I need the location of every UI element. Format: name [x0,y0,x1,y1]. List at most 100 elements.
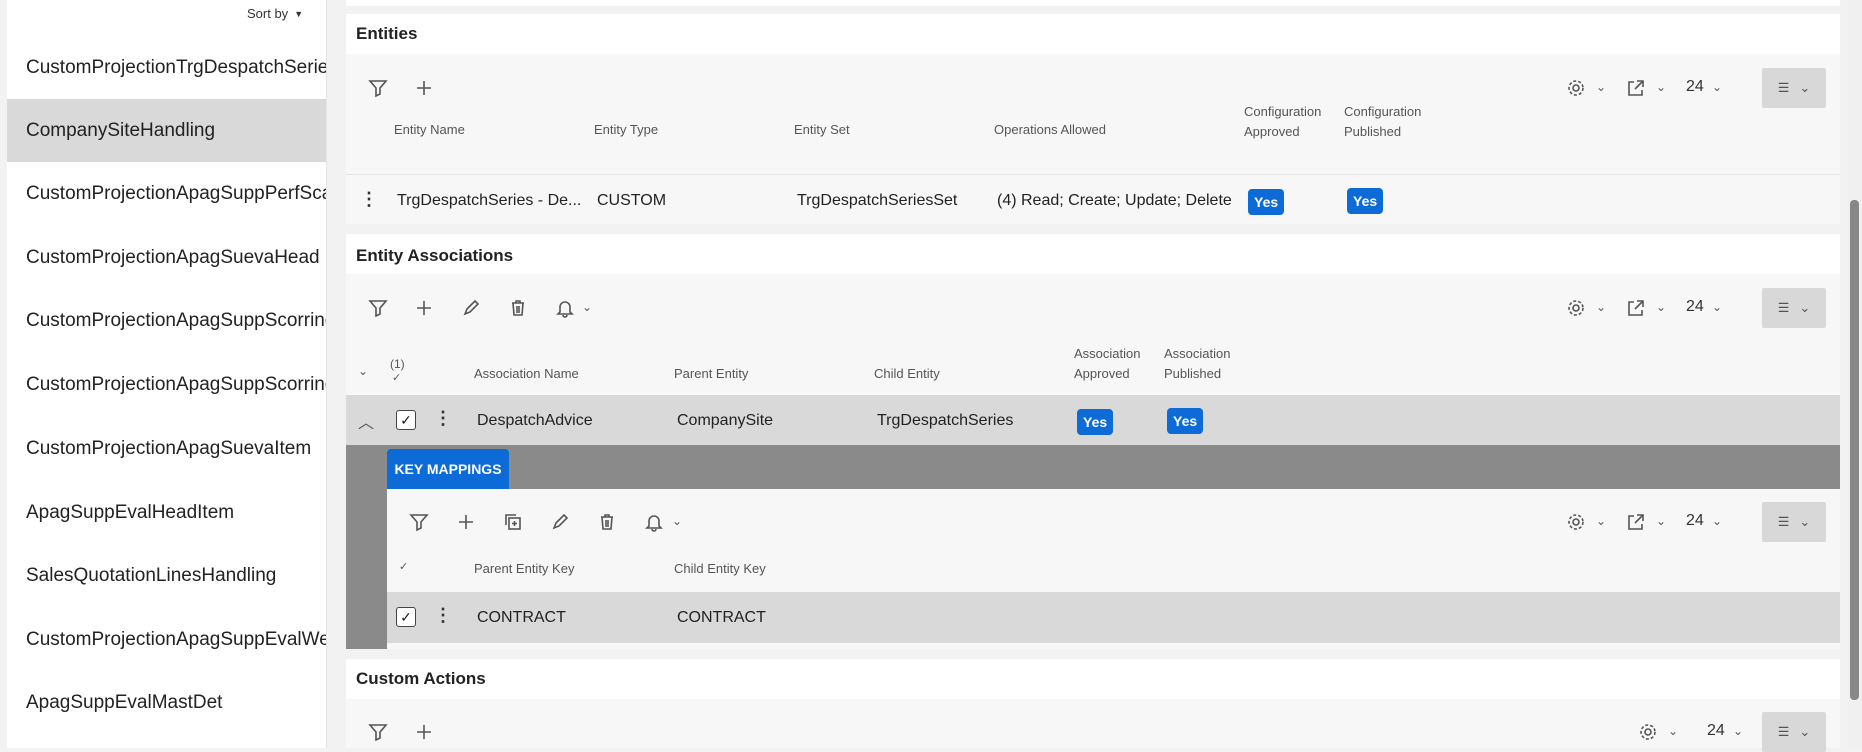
chevron-down-icon: ⌄ [1799,300,1811,315]
cell-association-name: DespatchAdvice [477,412,593,429]
row-checkbox[interactable]: ✓ [396,410,416,430]
chevron-down-icon[interactable]: ⌄ [1712,514,1722,528]
chevron-down-icon: ⌄ [1799,80,1811,95]
list-view-icon: ☰ [1777,80,1790,95]
list-item[interactable]: ApagSuppEvalHeadItem [7,481,326,544]
header-parent-entity[interactable]: Parent Entity [674,364,748,384]
page-scrollbar-thumb[interactable] [1850,200,1859,700]
header-entity-type[interactable]: Entity Type [594,120,658,140]
chevron-down-icon[interactable]: ⌄ [672,514,682,528]
view-toggle-button[interactable]: ☰ ⌄ [1762,288,1826,328]
export-icon[interactable] [1624,296,1648,320]
chevron-down-icon[interactable]: ⌄ [1596,300,1606,314]
header-parent-entity-key[interactable]: Parent Entity Key [474,559,574,579]
chevron-down-icon[interactable]: ⌄ [1656,514,1666,528]
row-menu-icon[interactable]: ⋮ [434,408,452,429]
list-item[interactable]: CustomProjectionApagSuppScorring [7,353,326,416]
edit-icon[interactable] [459,296,483,320]
duplicate-icon[interactable] [501,510,525,534]
select-all-check-icon[interactable]: ✓ [392,368,401,388]
filter-icon[interactable] [366,296,390,320]
chevron-down-icon[interactable]: ⌄ [1596,514,1606,528]
page-size-value[interactable]: 24 [1686,78,1704,96]
list-item-label: ApagSuppEvalHeadItem [26,501,235,523]
chevron-down-icon[interactable]: ⌄ [1733,724,1743,738]
page-size-value[interactable]: 24 [1686,298,1704,316]
add-icon[interactable] [412,76,436,100]
delete-icon[interactable] [506,296,530,320]
page-size-value[interactable]: 24 [1707,722,1725,740]
gear-icon[interactable] [1564,76,1588,100]
previous-panel-edge [346,0,1840,6]
cell-entity-name[interactable]: TrgDespatchSeries - De... [397,192,581,210]
chevron-down-icon[interactable]: ⌄ [1712,300,1722,314]
filter-icon[interactable] [366,720,390,744]
export-icon[interactable] [1624,76,1648,100]
chevron-down-icon[interactable]: ⌄ [1596,80,1606,94]
filter-icon[interactable] [407,510,431,534]
view-toggle-button[interactable]: ☰ ⌄ [1762,712,1826,752]
chevron-down-icon[interactable]: ⌄ [1656,80,1666,94]
cell-parent-entity: CompanySite [677,412,774,429]
list-item-label: CustomProjectionApagSuppPerfScale [26,182,327,204]
header-association-name[interactable]: Association Name [474,364,579,384]
expand-all-icon[interactable]: ⌄ [358,364,368,378]
list-item[interactable]: SalesQuotationLinesHandling [7,544,326,607]
export-icon[interactable] [1624,510,1648,534]
header-configuration-published[interactable]: Configuration Published [1344,102,1434,142]
header-child-entity[interactable]: Child Entity [874,364,940,384]
add-icon[interactable] [412,296,436,320]
gear-icon[interactable] [1636,720,1660,744]
header-entity-set[interactable]: Entity Set [794,120,850,140]
gear-icon[interactable] [1564,510,1588,534]
row-menu-icon[interactable]: ⋮ [360,189,378,210]
select-all-check-icon[interactable]: ✓ [399,557,408,577]
cell-parent-entity-key: CONTRACT [477,609,566,626]
list-item[interactable]: CustomProjectionApagSuppPerfScale [7,162,327,225]
table-row-selected[interactable] [387,592,1840,643]
header-entity-name[interactable]: Entity Name [394,120,465,140]
header-association-approved[interactable]: Association Approved [1074,344,1154,384]
caret-down-icon: ▼ [294,8,304,19]
page-size-value[interactable]: 24 [1686,512,1704,530]
entity-associations-panel: Entity Associations ⌄ ⌄ ⌄ 24 ⌄ ☰ ⌄ ⌄ (1)… [346,234,1840,649]
gear-icon[interactable] [1564,296,1588,320]
list-item[interactable]: CustomProjectionTrgDespatchSeries [7,36,326,99]
row-checkbox[interactable]: ✓ [396,607,416,627]
list-item-label: CustomProjectionApagSuppEvalWeig [26,628,327,650]
header-child-entity-key[interactable]: Child Entity Key [674,559,766,579]
chevron-down-icon[interactable]: ⌄ [1656,300,1666,314]
status-badge: Yes [1167,408,1204,434]
bell-icon[interactable] [553,296,577,320]
list-item[interactable]: ApagSuppEvalMastDet [7,671,326,734]
view-toggle-button[interactable]: ☰ ⌄ [1762,68,1826,108]
list-item-selected[interactable]: CompanySiteHandling [7,99,326,162]
edit-icon[interactable] [548,510,572,534]
cell-child-entity: TrgDespatchSeries [877,412,1014,429]
tab-key-mappings[interactable]: KEY MAPPINGS [387,449,509,489]
delete-icon[interactable] [595,510,619,534]
view-toggle-button[interactable]: ☰ ⌄ [1762,502,1826,542]
chevron-down-icon[interactable]: ⌄ [1668,724,1678,738]
header-association-published[interactable]: Association Published [1164,344,1244,384]
list-item[interactable]: CustomProjectionApagSuevaItem [7,417,326,480]
chevron-up-icon[interactable]: ︿ [358,409,374,433]
list-item[interactable]: CustomProjectionApagSuppScorringl [7,289,326,352]
list-item[interactable]: CustomProjectionApagSuevaHead [7,226,326,289]
row-menu-icon[interactable]: ⋮ [434,605,452,626]
add-icon[interactable] [454,510,478,534]
entities-title: Entities [356,24,418,43]
bell-icon[interactable] [642,510,666,534]
status-badge: Yes [1077,409,1114,435]
entity-associations-title: Entity Associations [356,246,514,265]
add-icon[interactable] [412,720,436,744]
list-item[interactable]: CustomProjectionApagSuppEvalWeig [7,608,327,671]
key-mappings-panel: ⌄ ⌄ ⌄ 24 ⌄ ☰ ⌄ ✓ Parent Entity Key Child … [387,489,1840,649]
chevron-down-icon[interactable]: ⌄ [1712,80,1722,94]
header-configuration-approved[interactable]: Configuration Approved [1244,102,1334,142]
header-operations-allowed[interactable]: Operations Allowed [994,120,1106,140]
filter-icon[interactable] [366,76,390,100]
chevron-down-icon[interactable]: ⌄ [582,300,592,314]
sort-by-dropdown[interactable]: Sort by ▼ [247,6,303,21]
entities-panel: Entities ⌄ ⌄ 24 ⌄ ☰ ⌄ Entity Name Entity … [346,14,1840,224]
